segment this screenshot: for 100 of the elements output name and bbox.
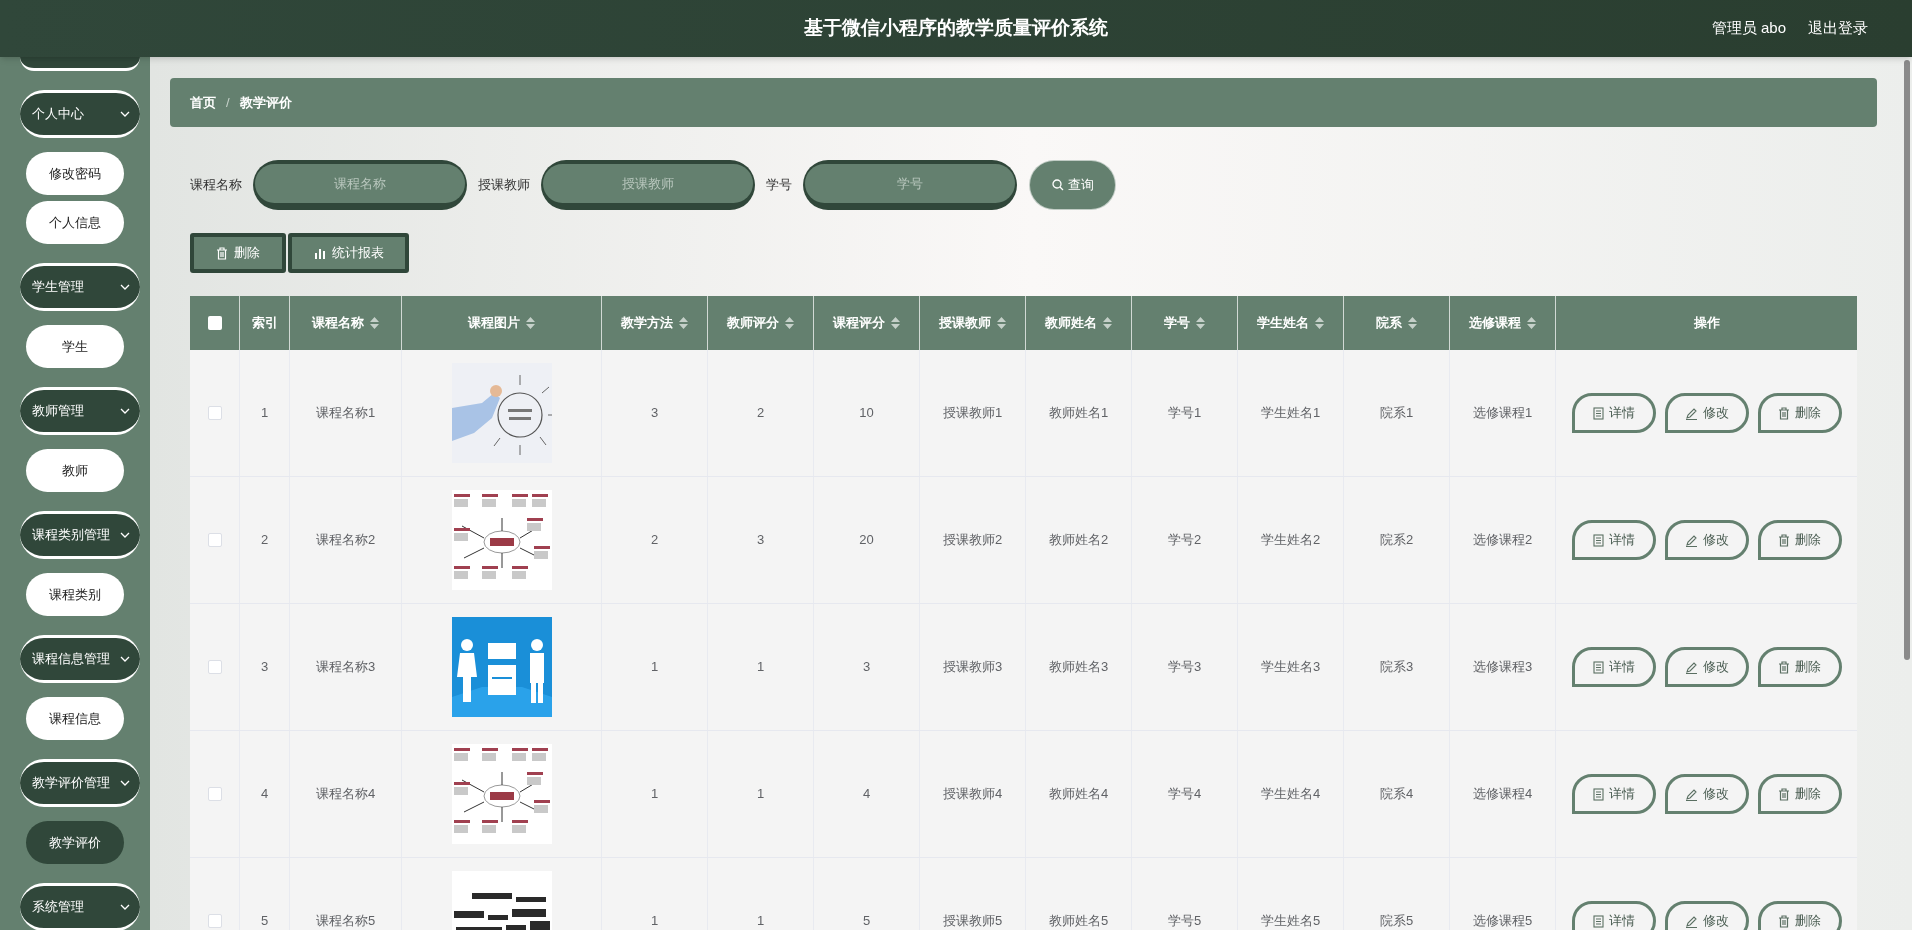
app-title: 基于微信小程序的教学质量评价系统 [804, 16, 1108, 41]
column-header[interactable]: 课程图片 [468, 313, 520, 333]
trash-icon [1778, 406, 1790, 420]
column-header[interactable]: 教师评分 [727, 313, 779, 333]
table-cell-text: 5 [862, 912, 871, 930]
delete-button[interactable]: 删除 [190, 233, 286, 273]
menu-group-button[interactable]: 教学评价管理 [20, 759, 140, 807]
table-cell-text: 学号2 [1167, 531, 1202, 550]
table-cell-text: 院系3 [1379, 658, 1414, 677]
menu-group-button[interactable]: 学生管理 [20, 263, 140, 311]
table-cell-text: 4 [862, 785, 871, 804]
table-cell-text: 授课教师3 [942, 658, 1003, 677]
menu-group-button[interactable]: 课程类别管理 [20, 511, 140, 559]
edit-button[interactable]: 修改 [1664, 520, 1749, 560]
breadcrumb-link[interactable]: 首页 [190, 92, 216, 113]
table-cell-text: 教师姓名4 [1048, 785, 1109, 804]
select-all-checkbox[interactable] [207, 316, 222, 330]
chevron-down-icon [120, 903, 130, 911]
table-cell-text: 院系4 [1379, 785, 1414, 804]
menu-item[interactable]: 教学评价 [26, 821, 124, 864]
menu-item[interactable]: 学生 [26, 325, 124, 368]
menu-group-button[interactable]: 系统管理 [20, 883, 140, 930]
table-cell-text: 选修课程3 [1472, 658, 1533, 677]
table-cell-text: 教师姓名1 [1048, 404, 1109, 423]
details-button[interactable]: 详情 [1571, 393, 1656, 433]
edit-button[interactable]: 修改 [1664, 647, 1749, 687]
delete-button[interactable]: 删除 [1757, 647, 1842, 687]
menu-item[interactable]: 课程信息 [26, 697, 124, 740]
table-cell-text: 1 [756, 785, 765, 804]
details-button[interactable]: 详情 [1571, 647, 1656, 687]
pencil-icon [1684, 406, 1698, 420]
menu-item[interactable]: 个人信息 [26, 201, 124, 244]
search-field[interactable]: 授课教师 [541, 160, 755, 210]
details-button[interactable]: 详情 [1571, 520, 1656, 560]
menu-group-label: 教学评价管理 [32, 774, 110, 793]
edit-button[interactable]: 修改 [1664, 774, 1749, 814]
table-cell-text: 3 [862, 658, 871, 677]
column-header[interactable]: 院系 [1376, 313, 1402, 333]
trash-icon [1778, 787, 1790, 801]
search-field[interactable]: 学号 [803, 160, 1017, 210]
table-cell-text: 选修课程5 [1472, 912, 1533, 930]
scrollbar[interactable] [1904, 60, 1910, 660]
menu-item[interactable]: 教师 [26, 449, 124, 492]
column-header[interactable]: 学号 [1164, 313, 1190, 333]
table-cell-text: 课程名称3 [315, 658, 376, 677]
column-header[interactable]: 教学方法 [621, 313, 673, 333]
delete-button[interactable]: 删除 [1757, 774, 1842, 814]
table-cell-text: 20 [859, 531, 874, 550]
menu-item[interactable]: 修改密码 [26, 152, 124, 195]
menu-group-label: 系统管理 [32, 898, 84, 917]
menu-group-label: 课程类别管理 [32, 526, 110, 545]
document-icon [1592, 787, 1604, 801]
edit-button[interactable]: 修改 [1664, 901, 1749, 930]
user-name: 管理员 abo [1711, 18, 1786, 39]
table-cell-text: 学生姓名1 [1260, 404, 1321, 423]
column-header[interactable]: 选修课程 [1469, 313, 1521, 333]
table-cell-text: 1 [756, 912, 765, 930]
row-checkbox[interactable] [207, 914, 222, 928]
row-checkbox[interactable] [207, 533, 222, 547]
menu-group-button[interactable]: 课程信息管理 [20, 635, 140, 683]
menu-group-label: 课程信息管理 [32, 650, 110, 669]
table-cell-text: 学生姓名2 [1260, 531, 1321, 550]
row-checkbox[interactable] [207, 660, 222, 674]
details-button[interactable]: 详情 [1571, 774, 1656, 814]
delete-button[interactable]: 删除 [1757, 393, 1842, 433]
menu-group-button[interactable] [20, 57, 140, 71]
table-cell-text: 课程名称5 [315, 912, 376, 930]
column-header[interactable]: 索引 [251, 313, 278, 333]
search-field[interactable]: 课程名称 [253, 160, 467, 210]
column-header[interactable]: 教师姓名 [1045, 313, 1097, 333]
table-cell-text: 学号5 [1167, 912, 1202, 930]
trash-icon [216, 246, 228, 260]
menu-group-button[interactable]: 个人中心 [20, 90, 140, 138]
column-header[interactable]: 课程名称 [312, 313, 364, 333]
table-cell-text: 教师姓名3 [1048, 658, 1109, 677]
row-checkbox[interactable] [207, 787, 222, 801]
logout-link[interactable]: 退出登录 [1808, 17, 1868, 40]
table-cell-text: 3 [756, 531, 765, 550]
details-button[interactable]: 详情 [1571, 901, 1656, 930]
table-cell-text: 学号1 [1167, 404, 1202, 423]
menu-item[interactable]: 课程类别 [26, 573, 124, 616]
table-cell-text: 学生姓名5 [1260, 912, 1321, 930]
edit-button[interactable]: 修改 [1664, 393, 1749, 433]
field-label: 课程名称 [190, 176, 242, 195]
column-header[interactable]: 课程评分 [833, 313, 885, 333]
menu-group-label: 教师管理 [32, 402, 84, 421]
menu-group-label: 学生管理 [32, 278, 84, 297]
report-button[interactable]: 统计报表 [288, 233, 409, 273]
menu-group-button[interactable]: 教师管理 [20, 387, 140, 435]
breadcrumb-link[interactable]: 教学评价 [239, 92, 292, 113]
row-checkbox[interactable] [207, 406, 222, 420]
chevron-down-icon [120, 655, 130, 663]
delete-button[interactable]: 删除 [1757, 520, 1842, 560]
table-cell-text: 教师姓名5 [1048, 912, 1109, 930]
document-icon [1592, 660, 1604, 674]
search-button[interactable]: 查询 [1029, 160, 1116, 210]
column-header[interactable]: 学生姓名 [1257, 313, 1309, 333]
delete-button[interactable]: 删除 [1757, 901, 1842, 930]
column-header[interactable]: 授课教师 [939, 313, 991, 333]
column-header[interactable]: 操作 [1693, 313, 1720, 333]
